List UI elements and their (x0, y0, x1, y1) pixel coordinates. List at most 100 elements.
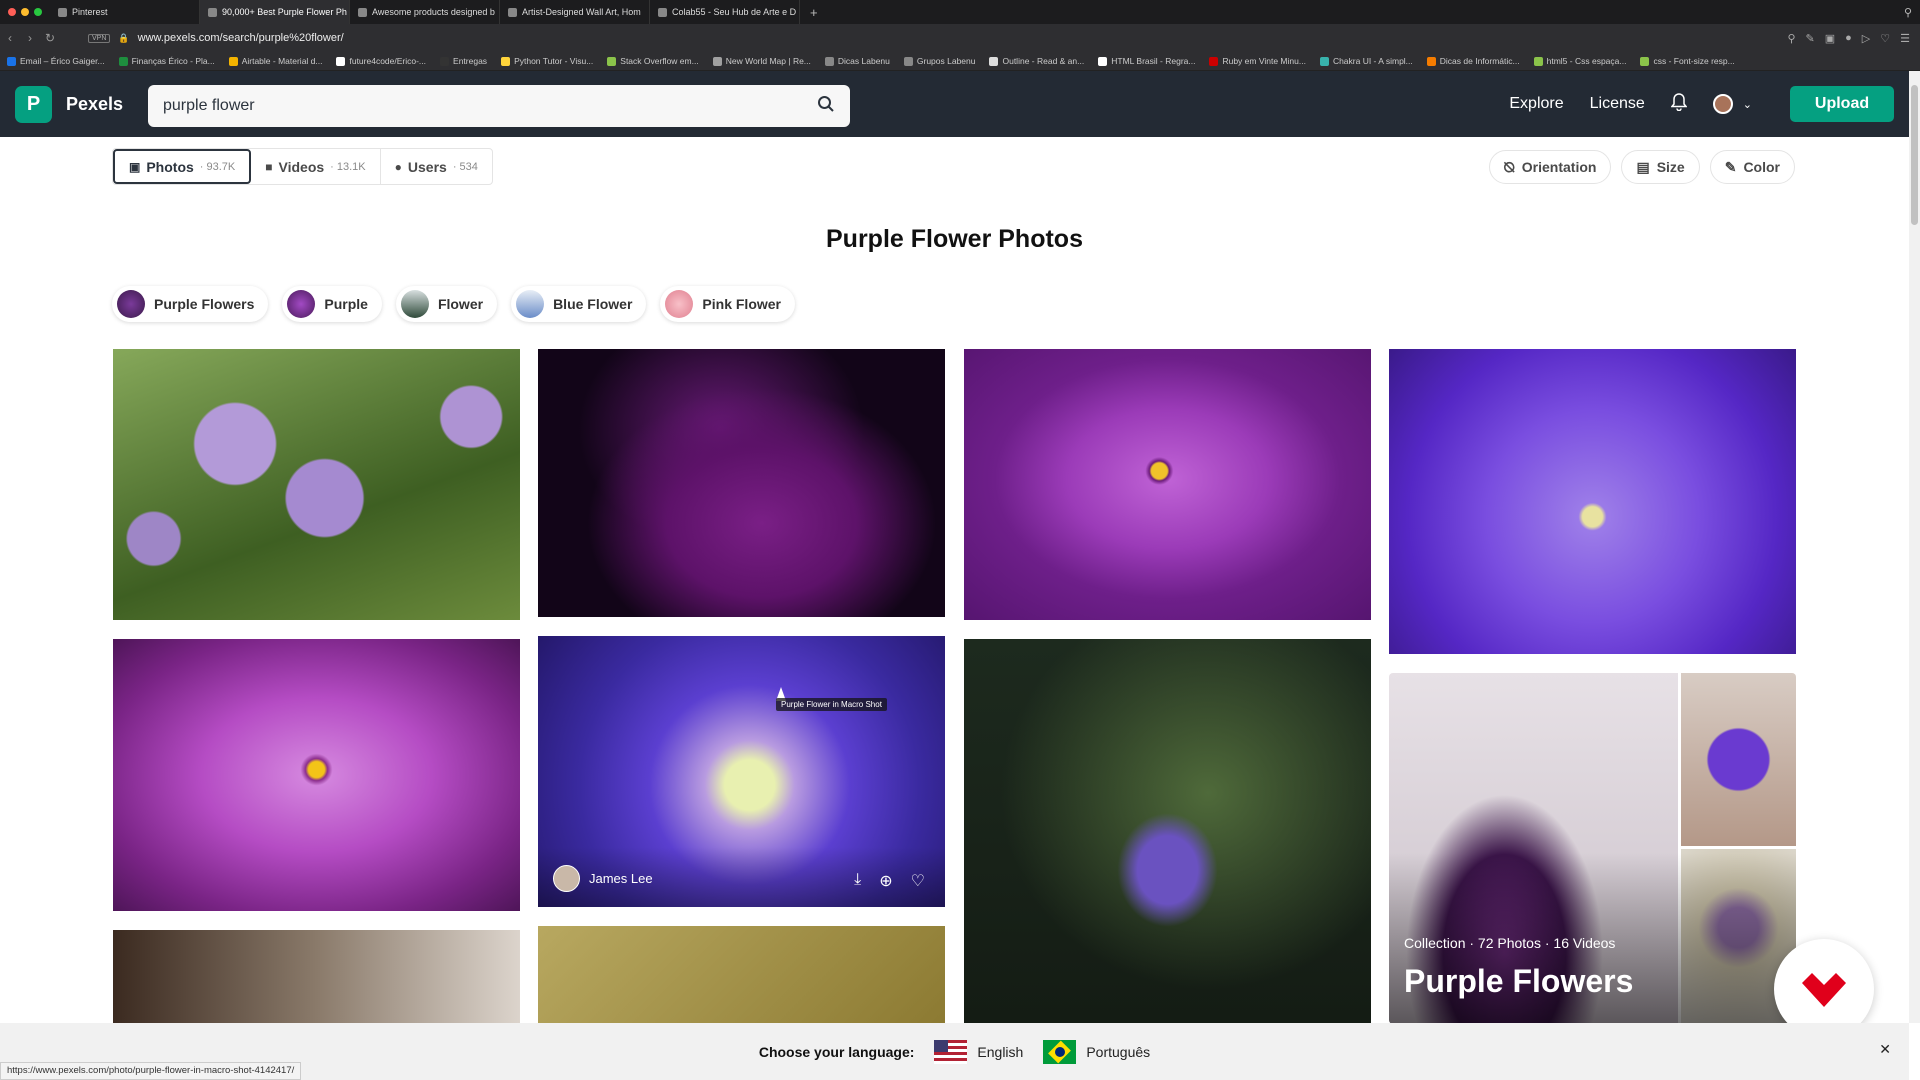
tab-search-icon[interactable]: ⚲ (1904, 6, 1920, 19)
bookmark-item[interactable]: Grupos Labenu (897, 56, 983, 66)
upload-button[interactable]: Upload (1790, 86, 1894, 122)
minimize-window-button[interactable] (21, 8, 29, 16)
zoom-icon[interactable]: ⚲ (1787, 32, 1795, 45)
heart-icon[interactable]: ♡ (1880, 32, 1890, 45)
search-icon[interactable] (817, 95, 835, 118)
language-option-portuguese[interactable]: Português (1043, 1039, 1150, 1064)
bookmark-item[interactable]: Outline - Read & an... (982, 56, 1091, 66)
bookmark-item[interactable]: future4code/Erico-... (329, 56, 433, 66)
maximize-window-button[interactable] (34, 8, 42, 16)
pencil-icon: ✎ (1724, 158, 1737, 175)
page-scrollbar[interactable] (1909, 71, 1920, 1023)
bookmark-label: Airtable - Material d... (241, 56, 323, 66)
browser-tab[interactable]: Pinterest (50, 0, 200, 24)
bookmark-item[interactable]: Dicas de Informátic... (1420, 56, 1527, 66)
size-icon: ▤ (1636, 158, 1650, 175)
media-type-tabs: ▣ Photos · 93.7K ■ Videos · 13.1K ● User… (112, 148, 493, 185)
bookmark-icon (440, 56, 450, 66)
color-filter-button[interactable]: ✎ Color (1709, 150, 1795, 184)
bookmark-label: css - Font-size resp... (1653, 56, 1735, 66)
explore-link[interactable]: Explore (1509, 95, 1563, 113)
bookmark-item[interactable]: Stack Overflow em... (600, 56, 705, 66)
bookmark-icon (228, 56, 238, 66)
browser-tab[interactable]: Awesome products designed b (350, 0, 500, 24)
like-heart-icon[interactable]: ♡ (911, 871, 925, 891)
chip-purple[interactable]: Purple (282, 286, 382, 322)
favicon-icon (508, 7, 517, 17)
bookmark-item[interactable]: Airtable - Material d... (222, 56, 330, 66)
photo-card[interactable] (538, 926, 945, 1024)
tab-videos[interactable]: ■ Videos · 13.1K (251, 149, 381, 184)
shield-icon[interactable]: ● (1845, 32, 1852, 45)
bookmark-item[interactable]: Ruby em Vinte Minu... (1202, 56, 1312, 66)
browser-tab[interactable]: Artist-Designed Wall Art, Hom (500, 0, 650, 24)
chip-blue-flower[interactable]: Blue Flower (511, 286, 646, 322)
orientation-icon: ⦰ (1503, 158, 1515, 175)
pexels-logo[interactable]: P Pexels (15, 85, 124, 123)
chip-pink-flower[interactable]: Pink Flower (660, 286, 795, 322)
orientation-filter-button[interactable]: ⦰ Orientation (1488, 150, 1612, 184)
size-filter-button[interactable]: ▤ Size (1621, 150, 1700, 184)
new-tab-button[interactable]: + (800, 5, 828, 20)
photo-card-hovered[interactable]: Purple Flower in Macro Shot James Lee ⤓ … (538, 636, 945, 907)
bookmark-item[interactable]: Entregas (433, 56, 494, 66)
language-option-english[interactable]: English (934, 1039, 1023, 1064)
browser-tab-active[interactable]: 90,000+ Best Purple Flower Ph (200, 0, 350, 24)
favicon-icon (658, 7, 667, 17)
bookmark-item[interactable]: Python Tutor - Visu... (494, 56, 600, 66)
bookmark-item[interactable]: Dicas Labenu (818, 56, 897, 66)
reload-icon[interactable]: ↻ (40, 31, 60, 45)
bookmark-item[interactable]: Finanças Érico - Pla... (112, 56, 222, 66)
chip-thumbnail (287, 290, 316, 318)
bell-icon[interactable] (1670, 92, 1688, 116)
url-field[interactable]: www.pexels.com/search/purple%20flower/ (138, 32, 344, 44)
collection-card[interactable]: Collection · 72 Photos · 16 Videos Purpl… (1389, 673, 1796, 1024)
photo-author[interactable]: James Lee (553, 865, 653, 892)
vpn-badge[interactable]: VPN (88, 33, 111, 43)
lock-icon[interactable]: 🔒 (118, 33, 129, 44)
download-icon[interactable]: ⤓ (854, 871, 861, 891)
close-icon[interactable]: ✕ (1879, 1041, 1891, 1058)
tab-label: Colab55 - Seu Hub de Arte e D (672, 7, 797, 17)
photo-card[interactable] (113, 349, 520, 620)
menu-icon[interactable]: ☰ (1900, 32, 1910, 45)
forward-icon[interactable]: › (20, 31, 40, 45)
license-link[interactable]: License (1590, 95, 1645, 113)
chip-purple-flowers[interactable]: Purple Flowers (112, 286, 268, 322)
add-to-collection-icon[interactable]: ⊕ (879, 871, 892, 891)
photo-card[interactable] (1389, 349, 1796, 654)
brand-name: Pexels (66, 93, 124, 114)
language-prompt: Choose your language: (758, 1043, 915, 1060)
search-input[interactable]: purple flower (148, 85, 850, 127)
favicon-icon (208, 7, 217, 17)
bookmark-item[interactable]: Email – Érico Gaiger... (0, 56, 112, 66)
photo-card[interactable] (964, 639, 1371, 1024)
scrollbar-thumb[interactable] (1911, 85, 1918, 225)
edit-icon[interactable]: ✎ (1806, 32, 1815, 45)
bookmark-item[interactable]: html5 - Css espaça... (1527, 56, 1634, 66)
chip-flower[interactable]: Flower (396, 286, 497, 322)
chevron-down-icon[interactable]: ⌄ (1743, 98, 1752, 111)
tab-count: · 93.7K (199, 160, 236, 173)
send-icon[interactable]: ▷ (1862, 32, 1870, 45)
browser-tab[interactable]: Colab55 - Seu Hub de Arte e D (650, 0, 800, 24)
avatar[interactable] (1712, 94, 1733, 114)
photo-card[interactable] (964, 349, 1371, 620)
bookmark-item[interactable]: New World Map | Re... (706, 56, 818, 66)
photo-card[interactable] (113, 930, 520, 1024)
camera-icon[interactable]: ▣ (1825, 32, 1835, 45)
tab-photos[interactable]: ▣ Photos · 93.7K (113, 149, 252, 184)
bookmark-item[interactable]: css - Font-size resp... (1633, 56, 1741, 66)
bookmark-icon (1533, 56, 1543, 66)
photo-card[interactable] (538, 349, 945, 617)
filter-label: Size (1656, 159, 1685, 175)
bookmark-icon (607, 56, 617, 66)
photo-card[interactable] (113, 639, 520, 911)
bookmark-label: Stack Overflow em... (620, 56, 699, 66)
bookmark-item[interactable]: HTML Brasil - Regra... (1091, 56, 1202, 66)
bookmark-item[interactable]: Chakra UI - A simpl... (1313, 56, 1420, 66)
image-icon: ▣ (129, 159, 141, 174)
close-window-button[interactable] (8, 8, 16, 16)
tab-users[interactable]: ● Users · 534 (381, 149, 492, 184)
back-icon[interactable]: ‹ (0, 31, 20, 45)
